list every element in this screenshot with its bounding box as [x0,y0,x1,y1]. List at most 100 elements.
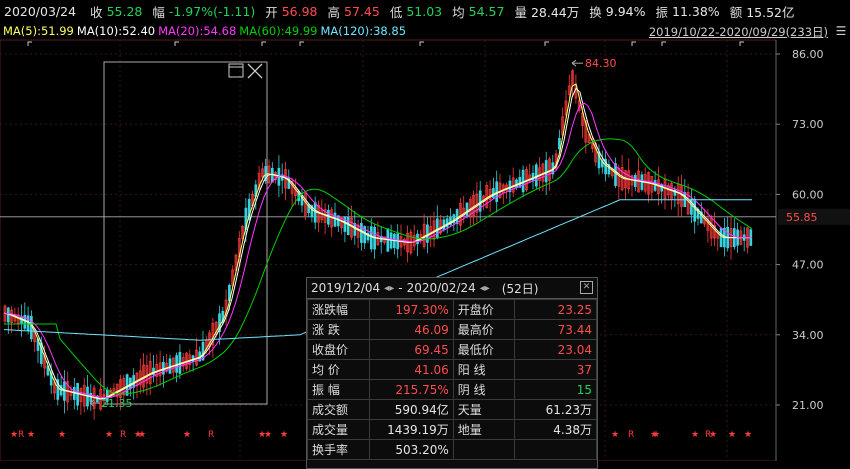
candle-body [353,223,357,236]
close-icon [247,63,263,79]
candle-body [125,374,129,396]
menu-icon[interactable]: ☰ [834,24,848,38]
candle-body [465,202,469,218]
event-marker-icon: R [18,430,24,440]
end-arrows-icon[interactable]: ◂▸ [480,283,490,294]
quote-header: 2020/03/24 收 55.28 幅 -1.97%(-1.11) 开 56.… [0,0,850,22]
interval-count: (52日) [501,281,539,296]
low-label: 低 [389,4,403,20]
stat-label: 地量 [452,419,516,440]
candle-body [495,181,499,203]
stat-value: 1439.19万 [368,419,454,440]
event-marker-icon: ★ [58,430,66,440]
event-marker-icon: R [120,430,126,440]
y-tick-label: 73.00 [792,118,824,131]
y-tick-label: 60.00 [792,188,824,201]
stat-value: 15 [514,379,597,400]
stat-label: 涨跌幅 [307,299,370,320]
event-marker-icon: ★ [709,430,717,440]
stat-label: 开盘价 [452,299,516,320]
stat-label: 最高价 [452,319,516,340]
stat-label [452,439,516,460]
change-label: 幅 [152,4,165,20]
event-marker-icon: ★ [611,430,619,440]
marker-icon [27,41,32,46]
high-value: 57.45 [344,3,380,19]
event-marker-icon: ★ [691,430,699,440]
change-value: -1.97%(-1.11) [168,3,256,19]
candle-body [455,209,459,225]
high-mark-label: 84.30 [585,57,617,70]
marker-icon [631,41,636,46]
stats-row: 成交额 590.94亿 天量 61.23万 [307,399,597,420]
candle-body [492,188,495,198]
marker-icon [419,41,424,46]
marker-icon [739,41,744,46]
event-marker-icon: ★ [10,430,18,440]
ma20-legend: MA(20):54.68 [158,24,237,38]
marker-icon [661,41,666,46]
y-tick-label: 21.00 [792,399,824,412]
interval-header: 2019/12/04 ◂▸ - 2020/02/24 ◂▸ (52日) ✕ [307,278,597,299]
candle-body [426,224,429,243]
candle-body [360,223,363,243]
stat-value [514,439,597,460]
stat-value: 41.06 [368,359,454,380]
stats-table: 涨跌幅 197.30% 开盘价 23.25 涨 跌 46.09 最高价 73.44 收盘价 69.… [307,299,597,460]
turnover-value: 9.94% [605,3,646,19]
stats-row: 涨跌幅 197.30% 开盘价 23.25 [307,299,597,320]
stat-label: 成交额 [307,399,370,420]
interval-stats-panel: 2019/12/04 ◂▸ - 2020/02/24 ◂▸ (52日) ✕ 涨跌… [306,277,598,469]
stat-label: 最低价 [452,339,516,360]
event-marker-icon: ★ [280,430,288,440]
interval-end: 2020/02/24 [406,281,476,295]
candle-body [534,164,538,187]
high-label: 高 [327,4,341,20]
stat-value: 503.20% [368,439,454,460]
candle-body [416,233,419,245]
candle-body [6,307,10,323]
quote-date: 2020/03/24 [4,3,77,19]
stat-label: 换手率 [307,439,370,460]
marker-icon [261,41,266,46]
amount-value: 15.52亿 [746,4,795,20]
ma-legend: MA(5):51.99 MA(10):52.40 MA(20):54.68 MA… [0,22,850,40]
start-arrows-icon[interactable]: ◂▸ [384,283,394,294]
event-marker-icon: ★ [264,430,272,440]
marker-icon [544,41,549,46]
open-value: 56.98 [281,3,318,19]
ma10-legend: MA(10):52.40 [76,24,156,38]
stat-value: 4.38万 [514,419,597,440]
stat-label: 阳 线 [452,359,516,380]
candle-body [346,216,350,235]
stat-value: 69.45 [368,339,454,360]
marker-icon [299,41,304,46]
stat-value: 590.94亿 [368,399,454,420]
stat-value: 23.25 [514,299,597,320]
low-value: 51.03 [406,3,443,19]
stat-value: 73.44 [514,319,597,340]
event-marker-icon: ★ [744,430,752,440]
volume-value: 28.44万 [530,4,580,20]
y-tick-label: 34.00 [792,329,824,342]
candle-body [435,218,439,239]
stats-row: 成交量 1439.19万 地量 4.38万 [307,419,597,440]
candle-body [30,316,33,340]
event-marker-icon: R [208,430,214,440]
y-tick-label: 47.00 [792,259,824,272]
close-icon[interactable]: ✕ [580,281,593,294]
stats-row: 收盘价 69.45 最低价 23.04 [307,339,597,360]
amplitude-label: 振 [655,4,669,20]
close-value: 55.28 [106,3,143,19]
date-range-link[interactable]: 2019/10/22-2020/09/29(233日) [649,24,828,40]
stat-value: 23.04 [514,339,597,360]
stat-value: 37 [514,359,597,380]
candle-body [129,377,132,389]
candle-body [693,198,697,222]
candle-body [343,216,347,232]
stats-row: 均 价 41.06 阳 线 37 [307,359,597,380]
volume-label: 量 [514,4,527,20]
maximize-icon [228,63,244,78]
candle-body [558,138,561,150]
amplitude-value: 11.38% [672,3,720,19]
